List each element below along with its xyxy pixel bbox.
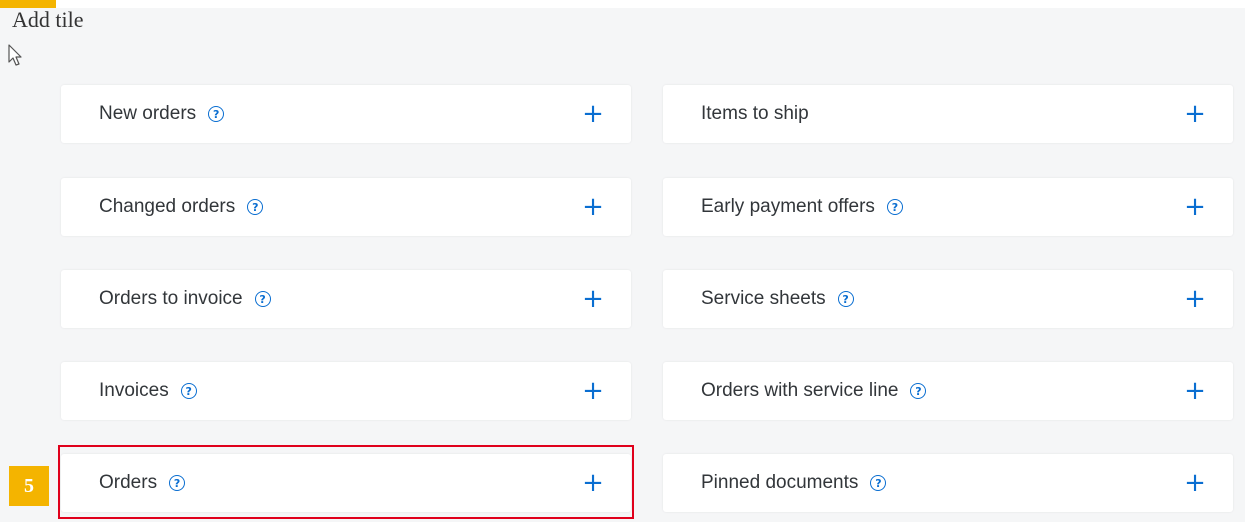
add-tile-button[interactable]: + bbox=[581, 454, 605, 512]
tile-pinned-documents: Pinned documents ? + bbox=[663, 454, 1233, 512]
tile-service-sheets: Service sheets ? + bbox=[663, 270, 1233, 328]
help-icon[interactable]: ? bbox=[254, 291, 271, 307]
tile-changed-orders: Changed orders ? + bbox=[61, 178, 631, 236]
mouse-pointer-icon bbox=[8, 44, 22, 66]
add-tile-button[interactable]: + bbox=[1183, 178, 1207, 236]
add-tile-button[interactable]: + bbox=[581, 362, 605, 420]
help-icon[interactable]: ? bbox=[180, 383, 197, 399]
tile-early-payment-offers: Early payment offers ? + bbox=[663, 178, 1233, 236]
tile-orders-to-invoice: Orders to invoice ? + bbox=[61, 270, 631, 328]
help-icon[interactable]: ? bbox=[837, 291, 854, 307]
tile-label: Pinned documents bbox=[701, 472, 859, 493]
add-tile-button[interactable]: + bbox=[1183, 454, 1207, 512]
tile-new-orders: New orders ? + bbox=[61, 85, 631, 143]
tile-label: Service sheets bbox=[701, 288, 826, 309]
help-icon[interactable]: ? bbox=[870, 475, 887, 491]
tile-invoices: Invoices ? + bbox=[61, 362, 631, 420]
tile-label: Orders bbox=[99, 472, 158, 493]
tile-label: Orders to invoice bbox=[99, 288, 243, 309]
tile-items-to-ship: Items to ship + bbox=[663, 85, 1233, 143]
tile-label: Invoices bbox=[99, 380, 169, 401]
help-icon[interactable]: ? bbox=[169, 475, 186, 491]
help-icon[interactable]: ? bbox=[886, 199, 903, 215]
help-icon[interactable]: ? bbox=[208, 106, 225, 122]
add-tile-button[interactable]: + bbox=[581, 178, 605, 236]
help-icon[interactable]: ? bbox=[247, 199, 264, 215]
tile-label: Changed orders bbox=[99, 196, 236, 217]
help-icon[interactable]: ? bbox=[910, 383, 927, 399]
add-tile-button[interactable]: + bbox=[1183, 85, 1207, 143]
add-tile-button[interactable]: + bbox=[581, 270, 605, 328]
step-badge: 5 bbox=[9, 466, 49, 506]
top-strip bbox=[0, 0, 1245, 8]
add-tile-button[interactable]: + bbox=[581, 85, 605, 143]
page-title: Add tile bbox=[12, 7, 84, 32]
add-tile-button[interactable]: + bbox=[1183, 362, 1207, 420]
tile-label: Early payment offers bbox=[701, 196, 875, 217]
tile-label: Items to ship bbox=[701, 103, 809, 124]
add-tile-button[interactable]: + bbox=[1183, 270, 1207, 328]
tile-label: Orders with service line bbox=[701, 380, 899, 401]
tile-orders: Orders ? + bbox=[61, 454, 631, 512]
tile-label: New orders bbox=[99, 103, 197, 124]
tile-orders-with-service-line: Orders with service line ? + bbox=[663, 362, 1233, 420]
